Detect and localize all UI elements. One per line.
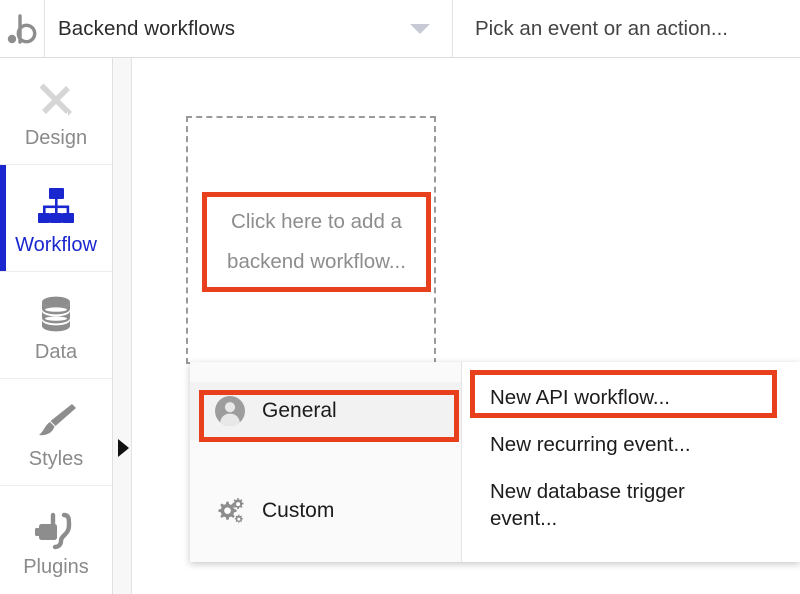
sidebar-item-label: Data [35, 342, 77, 362]
sidebar-item-label: Design [25, 128, 87, 148]
add-workflow-line-1: Click here to add a [231, 202, 402, 242]
workflow-tree-icon [30, 181, 82, 233]
menu-action-new-api-workflow[interactable]: New API workflow... [462, 384, 800, 411]
panel-collapse-strip[interactable] [113, 58, 132, 594]
event-action-picker[interactable]: Pick an event or an action... [453, 0, 800, 57]
event-action-picker-placeholder: Pick an event or an action... [475, 17, 728, 41]
left-sidebar: Design Workf [0, 58, 113, 594]
workflow-scope-dropdown[interactable]: Backend workflows [45, 0, 453, 57]
plug-icon [31, 503, 81, 555]
add-workflow-line-2: backend workflow... [227, 242, 406, 282]
sidebar-item-design[interactable]: Design [0, 58, 112, 165]
workflow-scope-label: Backend workflows [58, 17, 235, 41]
gears-icon [214, 495, 248, 527]
sidebar-item-label: Styles [29, 449, 83, 469]
database-icon [32, 288, 80, 340]
user-avatar-icon [214, 395, 248, 427]
menu-category-column: General [190, 362, 462, 562]
paintbrush-icon [31, 395, 81, 447]
bubble-logo[interactable] [0, 0, 45, 57]
menu-action-new-database-trigger-event[interactable]: New database trigger event... [462, 478, 692, 532]
bubble-logo-icon [7, 13, 37, 45]
sidebar-item-data[interactable]: Data [0, 272, 112, 379]
chevron-down-icon[interactable] [410, 24, 430, 34]
top-bar: Backend workflows Pick an event or an ac… [0, 0, 800, 58]
sidebar-item-workflow[interactable]: Workflow [0, 165, 112, 272]
menu-action-new-recurring-event[interactable]: New recurring event... [462, 431, 800, 458]
menu-category-label: Custom [262, 499, 334, 523]
menu-category-custom[interactable]: Custom [190, 482, 461, 540]
sidebar-item-label: Workflow [15, 235, 97, 255]
menu-action-column: New API workflow... New recurring event.… [462, 362, 800, 562]
sidebar-item-plugins[interactable]: Plugins [0, 486, 112, 593]
app-root: Backend workflows Pick an event or an ac… [0, 0, 800, 594]
expand-right-triangle-icon[interactable] [118, 439, 129, 457]
workflow-canvas: Click here to add a backend workflow... … [132, 58, 800, 594]
add-workflow-menu: General [190, 362, 800, 562]
sidebar-item-styles[interactable]: Styles [0, 379, 112, 486]
add-backend-workflow-text[interactable]: Click here to add a backend workflow... [203, 193, 430, 290]
sidebar-item-label: Plugins [23, 557, 89, 577]
menu-category-label: General [262, 399, 337, 423]
design-tools-icon [30, 74, 82, 126]
menu-category-general[interactable]: General [190, 382, 461, 440]
